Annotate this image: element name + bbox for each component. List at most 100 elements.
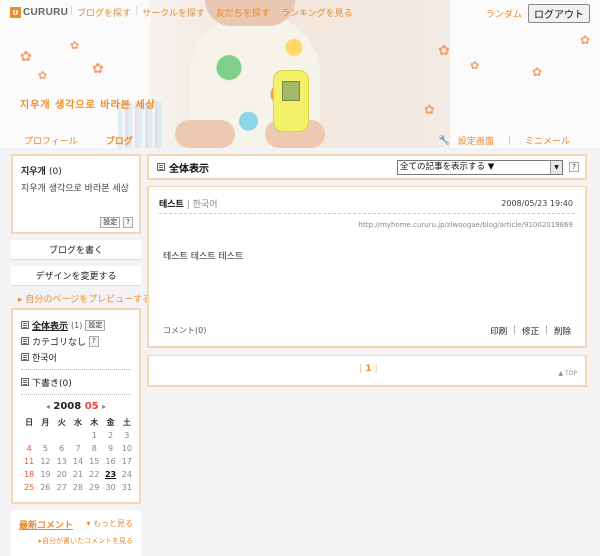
- article-sep: |: [186, 200, 190, 210]
- article-title[interactable]: 테스트: [159, 200, 184, 210]
- calendar-day-today[interactable]: 23: [102, 468, 118, 481]
- calendar-day: 18: [24, 470, 35, 479]
- page-links: | 1 |: [359, 364, 378, 374]
- calendar-day: 1: [91, 431, 97, 440]
- category-uncategorized-link[interactable]: カテゴリなし: [32, 335, 86, 348]
- article-comments-link[interactable]: コメント(0): [163, 325, 206, 336]
- blog-link[interactable]: ブログ: [106, 134, 133, 147]
- article-filter-value: 全ての記事を表示する ▼: [400, 162, 495, 172]
- list-icon: [21, 378, 29, 386]
- profile-box: 지우개 (0) 지우개 생각으로 바라본 세상 設定 ?: [11, 154, 141, 234]
- page-link-current[interactable]: 1: [365, 364, 371, 374]
- calendar-day: 25: [24, 483, 35, 492]
- profile-settings-button[interactable]: 設定: [100, 217, 121, 228]
- calendar-week: 11 12 13 14 15 16 17: [21, 455, 135, 468]
- divider: [159, 213, 575, 214]
- calendar-grid: 日 月 火 水 木 金 土 1 2 3 4 5 6 7 8 9 10 11 12…: [21, 416, 135, 494]
- profile-help-button[interactable]: ?: [123, 217, 133, 228]
- flower-icon: ✿: [580, 33, 591, 47]
- calendar-day: 19: [40, 470, 51, 479]
- blog-title[interactable]: 지우개 생각으로 바라본 세상: [20, 96, 156, 111]
- latest-comments-box: 最新コメント ▾ もっと見る ▸自分が書いたコメントを見る: [11, 510, 141, 556]
- calendar-day: 16: [105, 457, 116, 466]
- calendar-day: 24: [121, 470, 132, 479]
- profile-name-row: 지우개 (0): [21, 164, 131, 177]
- calendar-day: 22: [89, 470, 100, 479]
- pagination: | 1 | ▲ TOP: [147, 355, 587, 387]
- nav-ranking[interactable]: ランキングを見る: [281, 6, 353, 19]
- header-figure-arm-left: [175, 120, 235, 148]
- header-phone-screen: [282, 81, 300, 101]
- top-bar: U CURURU | ブログを探す | サークルを探す | 友だちを探す | ラ…: [0, 0, 600, 24]
- delete-button[interactable]: 削除: [554, 325, 571, 337]
- category-settings-button[interactable]: 設定: [85, 319, 106, 331]
- drafts-link[interactable]: 下書き(0): [32, 376, 72, 389]
- category-korean-row: 한국어: [21, 349, 131, 365]
- comments-more-link[interactable]: ▾ もっと見る: [86, 518, 133, 529]
- preview-page-link[interactable]: ▸ 自分のページをプレビューする: [18, 292, 151, 305]
- article-permalink[interactable]: http://myhome.cururu.jp/ziwoogae/blog/ar…: [359, 221, 573, 229]
- list-icon: [21, 353, 29, 361]
- header-phone: [273, 70, 309, 132]
- wrench-icon: 🔧: [438, 135, 450, 146]
- calendar-week: 25 26 27 28 29 30 31: [21, 481, 135, 494]
- nav-find-blog[interactable]: ブログを探す: [77, 6, 131, 19]
- article-actions: 印刷 | 修正 | 削除: [490, 325, 571, 337]
- category-uncategorized-row: カテゴリなし ?: [21, 333, 131, 349]
- print-button[interactable]: 印刷: [490, 325, 507, 337]
- calendar-day: 14: [72, 457, 84, 466]
- article-category[interactable]: 한국어: [193, 200, 218, 210]
- calendar-day: 26: [40, 483, 51, 492]
- list-icon: [21, 321, 29, 329]
- blog-header: ✿ ✿ ✿ ✿ ✿ ✿ ✿ ✿ ✿ U CURURU | ブログを探す | サー…: [0, 0, 600, 148]
- divider: [21, 394, 131, 395]
- article-header: 테스트 | 한국어: [159, 197, 217, 210]
- calendar-day: 10: [121, 444, 132, 453]
- nav-find-circle[interactable]: サークルを探す: [142, 6, 205, 19]
- chevron-down-icon[interactable]: ▼: [550, 161, 562, 174]
- calendar-day: 4: [26, 444, 32, 453]
- calendar-day: 27: [56, 483, 67, 492]
- calendar-weekday: 月: [41, 418, 50, 427]
- change-design-button[interactable]: デザインを変更する: [11, 266, 141, 286]
- calendar-year: 2008: [53, 401, 82, 412]
- latest-comments-title[interactable]: 最新コメント: [19, 518, 73, 531]
- category-korean-link[interactable]: 한국어: [32, 351, 57, 364]
- edit-button[interactable]: 修正: [522, 325, 539, 337]
- random-link[interactable]: ランダム: [486, 7, 522, 20]
- calendar-weekday: 木: [90, 418, 99, 427]
- calendar-day: [37, 429, 53, 442]
- calendar-day: [21, 429, 37, 442]
- calendar-day: 6: [59, 444, 65, 453]
- calendar-day: 7: [75, 444, 81, 453]
- write-blog-button[interactable]: ブログを書く: [11, 240, 141, 260]
- flower-icon: ✿: [438, 43, 450, 59]
- calendar-week: 4 5 6 7 8 9 10: [21, 442, 135, 455]
- mini-mail-link[interactable]: ミニメール: [525, 134, 570, 147]
- my-comments-link[interactable]: ▸自分が書いたコメントを見る: [38, 536, 133, 546]
- back-to-top-link[interactable]: ▲ TOP: [558, 370, 577, 377]
- calendar-day: 30: [105, 483, 116, 492]
- calendar-day: 13: [56, 457, 67, 466]
- calendar-week: 1 2 3: [21, 429, 135, 442]
- blog-nav: プロフィール ブログ: [24, 134, 133, 147]
- calendar-day: 28: [72, 483, 84, 492]
- nav-find-friends[interactable]: 友だちを探す: [216, 6, 270, 19]
- calendar-day: 29: [89, 483, 100, 492]
- settings-link[interactable]: 設定画面: [458, 134, 494, 147]
- logout-button[interactable]: ログアウト: [528, 4, 590, 23]
- profile-count: (0): [48, 167, 62, 177]
- calendar-weekday: 火: [57, 418, 66, 427]
- cururu-logo[interactable]: U CURURU: [10, 6, 68, 19]
- calendar-day: 11: [24, 457, 35, 466]
- category-help-button[interactable]: ?: [89, 335, 99, 347]
- profile-name[interactable]: 지우개: [21, 167, 46, 177]
- profile-link[interactable]: プロフィール: [24, 134, 78, 147]
- calendar-next-button[interactable]: ▸: [102, 402, 106, 411]
- calendar-weekday: 日: [25, 418, 34, 427]
- filter-help-button[interactable]: ?: [569, 162, 579, 172]
- category-all-link[interactable]: 全体表示: [32, 319, 68, 332]
- calendar-day: 12: [40, 457, 51, 466]
- calendar-prev-button[interactable]: ◂: [46, 402, 50, 411]
- article-filter-select[interactable]: 全ての記事を表示する ▼ ▼: [397, 160, 563, 175]
